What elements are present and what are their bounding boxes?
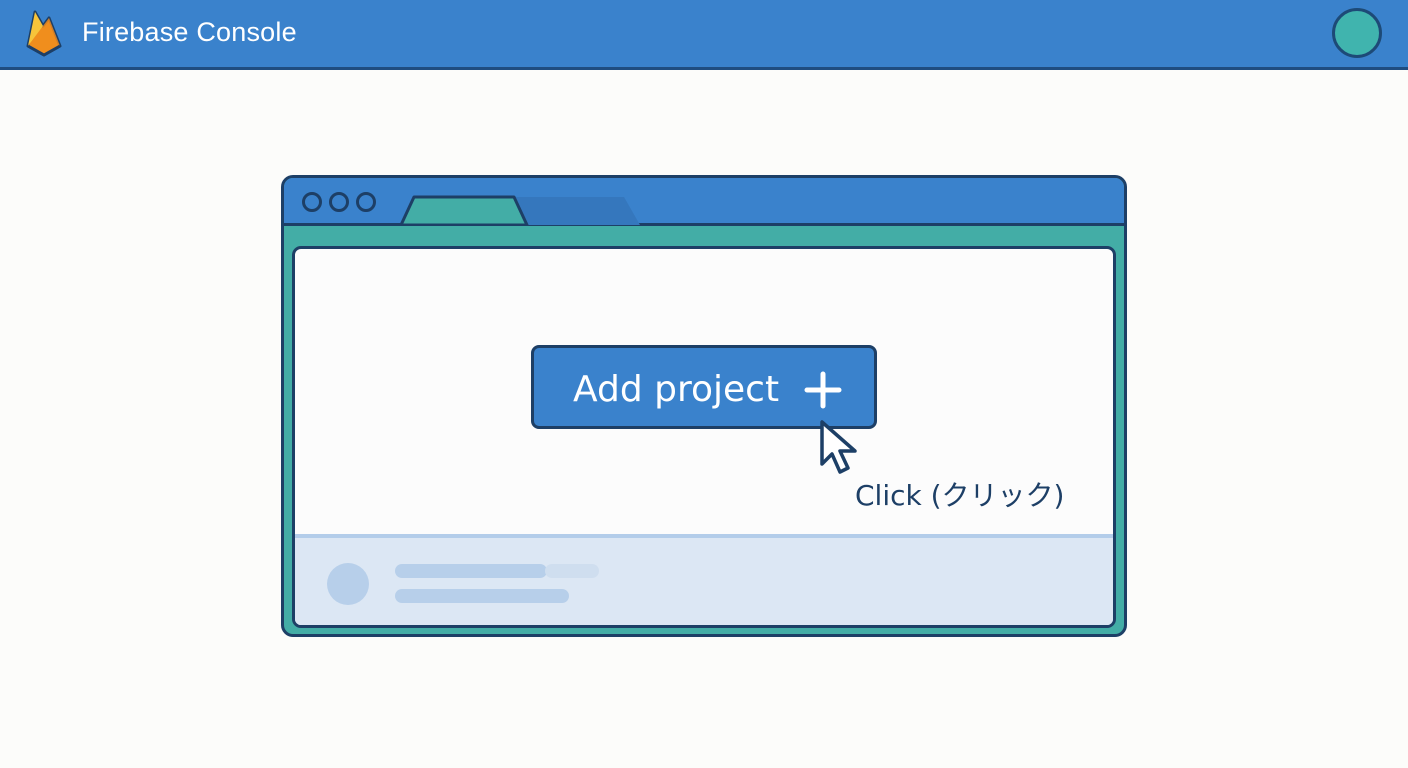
project-list-panel (295, 534, 1113, 625)
firebase-logo-icon[interactable] (24, 6, 64, 58)
placeholder-line (395, 589, 569, 603)
placeholder-line (395, 564, 547, 578)
browser-titlebar (284, 178, 1124, 226)
browser-window: Add project Click (クリック) (281, 175, 1127, 637)
top-app-bar: Firebase Console (0, 0, 1408, 70)
tab-active[interactable] (399, 195, 529, 225)
pointer-cursor-icon (820, 420, 857, 474)
add-project-label: Add project (573, 369, 780, 410)
app-title: Firebase Console (82, 17, 297, 47)
browser-viewport: Add project Click (クリック) (292, 246, 1116, 628)
placeholder-line (545, 564, 599, 578)
placeholder-avatar (327, 563, 369, 605)
window-dot-icon (302, 192, 322, 212)
window-dot-icon (329, 192, 349, 212)
plus-icon (804, 371, 842, 409)
browser-tabs (399, 195, 640, 225)
click-hint-label: Click (クリック) (855, 479, 1065, 512)
add-project-button[interactable]: Add project (531, 345, 877, 429)
window-dot-icon (356, 192, 376, 212)
user-avatar[interactable] (1332, 8, 1382, 58)
